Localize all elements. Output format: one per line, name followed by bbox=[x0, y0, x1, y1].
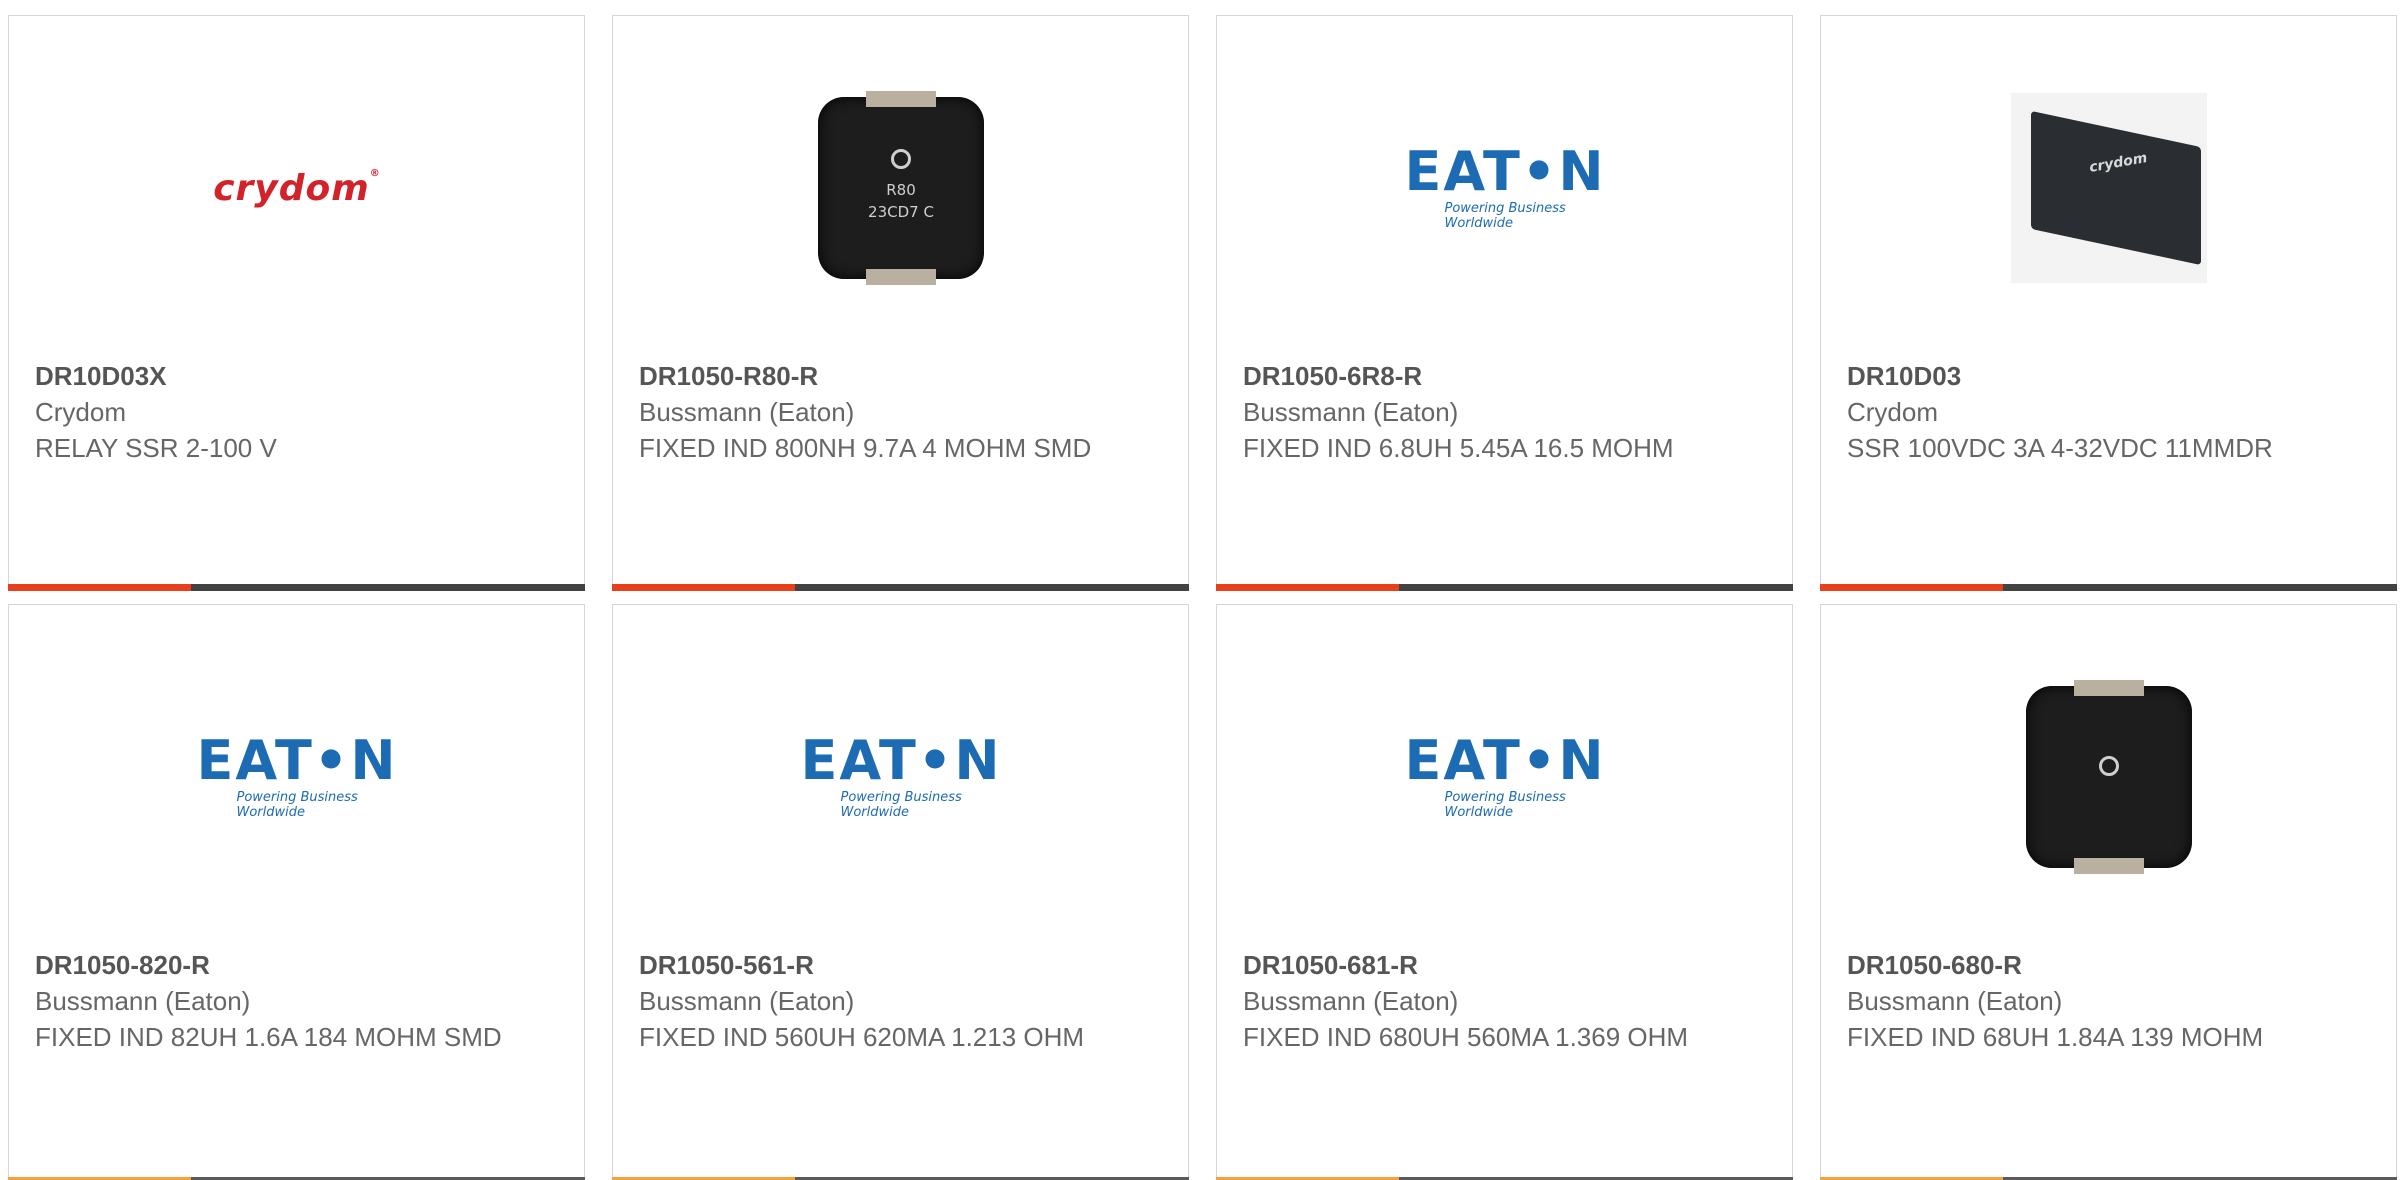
product-grid: crydom® DR10D03X Crydom RELAY SSR 2-100 … bbox=[0, 0, 2400, 1180]
part-number[interactable]: DR1050-680-R bbox=[1847, 947, 2367, 983]
part-number[interactable]: DR1050-R80-R bbox=[639, 358, 1159, 394]
part-number[interactable]: DR10D03X bbox=[35, 358, 555, 394]
card-accent-bar bbox=[8, 584, 585, 591]
part-number[interactable]: DR10D03 bbox=[1847, 358, 2367, 394]
card-accent-bar bbox=[612, 584, 1189, 591]
product-card[interactable]: EAT•N Powering Business Worldwide DR1050… bbox=[8, 604, 585, 1180]
product-card[interactable]: DR1050-680-R Bussmann (Eaton) FIXED IND … bbox=[1820, 604, 2397, 1180]
description: FIXED IND 560UH 620MA 1.213 OHM bbox=[639, 1022, 1085, 1052]
inductor-photo: R80 23CD7 C bbox=[818, 91, 984, 285]
description: SSR 100VDC 3A 4-32VDC 11MMDR bbox=[1847, 433, 2273, 463]
manufacturer: Bussmann (Eaton) bbox=[1847, 986, 2063, 1016]
eaton-logo: EAT•N Powering Business Worldwide bbox=[1404, 729, 1606, 821]
manufacturer: Crydom bbox=[35, 397, 127, 427]
card-accent-bar bbox=[1216, 584, 1793, 591]
description: FIXED IND 680UH 560MA 1.369 OHM bbox=[1243, 1022, 1689, 1052]
card-accent-bar bbox=[1820, 584, 2397, 591]
inductor-photo bbox=[2026, 680, 2192, 874]
eaton-logo: EAT•N Powering Business Worldwide bbox=[800, 729, 1002, 821]
description: FIXED IND 800NH 9.7A 4 MOHM SMD bbox=[639, 433, 1092, 463]
description: FIXED IND 6.8UH 5.45A 16.5 MOHM bbox=[1243, 433, 1674, 463]
product-image: crydom bbox=[2009, 88, 2209, 288]
eaton-logo: EAT•N Powering Business Worldwide bbox=[196, 729, 398, 821]
description: FIXED IND 82UH 1.6A 184 MOHM SMD bbox=[35, 1022, 502, 1052]
product-image: EAT•N Powering Business Worldwide bbox=[1404, 88, 1606, 288]
ssr-photo: crydom bbox=[2011, 93, 2207, 283]
product-image: EAT•N Powering Business Worldwide bbox=[1404, 677, 1606, 877]
manufacturer: Bussmann (Eaton) bbox=[639, 986, 855, 1016]
manufacturer: Bussmann (Eaton) bbox=[1243, 986, 1459, 1016]
manufacturer: Crydom bbox=[1847, 397, 1939, 427]
eaton-logo: EAT•N Powering Business Worldwide bbox=[1404, 140, 1606, 232]
product-image: R80 23CD7 C bbox=[801, 88, 1001, 288]
product-card[interactable]: EAT•N Powering Business Worldwide DR1050… bbox=[1216, 15, 1793, 591]
product-card[interactable]: EAT•N Powering Business Worldwide DR1050… bbox=[612, 604, 1189, 1180]
manufacturer: Bussmann (Eaton) bbox=[1243, 397, 1459, 427]
product-image: EAT•N Powering Business Worldwide bbox=[800, 677, 1002, 877]
description: FIXED IND 68UH 1.84A 139 MOHM bbox=[1847, 1022, 2264, 1052]
part-number[interactable]: DR1050-6R8-R bbox=[1243, 358, 1763, 394]
part-number[interactable]: DR1050-561-R bbox=[639, 947, 1159, 983]
crydom-logo: crydom® bbox=[213, 167, 381, 209]
part-number[interactable]: DR1050-681-R bbox=[1243, 947, 1763, 983]
product-card[interactable]: R80 23CD7 C DR1050-R80-R Bussmann (Eaton)… bbox=[612, 15, 1189, 591]
product-card[interactable]: crydom DR10D03 Crydom SSR 100VDC 3A 4-32… bbox=[1820, 15, 2397, 591]
product-image: crydom® bbox=[197, 88, 397, 288]
manufacturer: Bussmann (Eaton) bbox=[639, 397, 855, 427]
product-card[interactable]: crydom® DR10D03X Crydom RELAY SSR 2-100 … bbox=[8, 15, 585, 591]
product-card[interactable]: EAT•N Powering Business Worldwide DR1050… bbox=[1216, 604, 1793, 1180]
product-image: EAT•N Powering Business Worldwide bbox=[196, 677, 398, 877]
product-image bbox=[2009, 677, 2209, 877]
manufacturer: Bussmann (Eaton) bbox=[35, 986, 251, 1016]
description: RELAY SSR 2-100 V bbox=[35, 433, 277, 463]
part-number[interactable]: DR1050-820-R bbox=[35, 947, 555, 983]
